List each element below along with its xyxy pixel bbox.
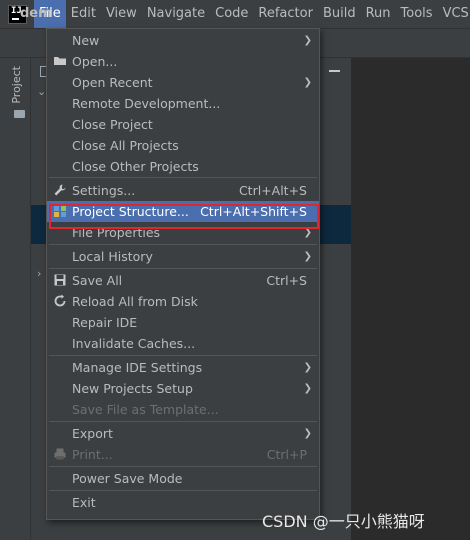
project-tool-tab[interactable]: Project (10, 66, 23, 104)
menu-item-settings[interactable]: Settings... Ctrl+Alt+S (47, 180, 319, 201)
menu-item-print: Print... Ctrl+P (47, 444, 319, 465)
menu-build[interactable]: Build (318, 0, 361, 28)
menu-item-power-save-mode[interactable]: Power Save Mode (47, 468, 319, 489)
menu-item-close-project[interactable]: Close Project (47, 114, 319, 135)
menu-separator (49, 268, 317, 269)
wrench-icon (54, 184, 66, 196)
tool-window-strip (0, 58, 31, 540)
menu-separator (49, 466, 317, 467)
reload-icon (54, 294, 66, 307)
menu-separator (49, 421, 317, 422)
chevron-right-icon: ❯ (303, 383, 312, 394)
print-icon (54, 448, 66, 460)
watermark: CSDN @一只小熊猫呀 (262, 512, 425, 531)
menu-item-open[interactable]: Open... (47, 51, 319, 72)
menu-item-project-structure[interactable]: Project Structure... Ctrl+Alt+Shift+S (47, 201, 319, 222)
menu-separator (49, 177, 317, 178)
project-breadcrumb[interactable]: dem (20, 6, 52, 21)
chevron-down-icon[interactable]: ⌄ (37, 85, 46, 98)
menu-view[interactable]: View (101, 0, 142, 28)
chevron-right-icon[interactable]: › (37, 267, 41, 280)
save-icon (54, 274, 66, 286)
folder-icon (54, 57, 66, 65)
menu-tools[interactable]: Tools (396, 0, 438, 28)
menu-item-new-projects-setup[interactable]: New Projects Setup ❯ (47, 378, 319, 399)
menu-vcs[interactable]: VCS (438, 0, 470, 28)
menu-run[interactable]: Run (361, 0, 396, 28)
menu-item-file-properties[interactable]: File Properties ❯ (47, 222, 319, 243)
menu-item-reload-all-from-disk[interactable]: Reload All from Disk (47, 291, 319, 312)
file-menu-dropdown: New ❯ Open... Open Recent ❯ Remote Devel… (46, 28, 320, 520)
folder-icon (14, 110, 25, 118)
editor-area[interactable] (351, 58, 470, 540)
menu-separator (49, 355, 317, 356)
chevron-right-icon: ❯ (303, 251, 312, 262)
menu-item-close-other-projects[interactable]: Close Other Projects (47, 156, 319, 177)
menu-separator (49, 490, 317, 491)
menu-item-open-recent[interactable]: Open Recent ❯ (47, 72, 319, 93)
project-structure-icon (54, 206, 66, 217)
menu-separator (49, 244, 317, 245)
chevron-right-icon: ❯ (303, 428, 312, 439)
menu-item-manage-ide-settings[interactable]: Manage IDE Settings ❯ (47, 357, 319, 378)
menu-item-new[interactable]: New ❯ (47, 30, 319, 51)
menu-item-local-history[interactable]: Local History ❯ (47, 246, 319, 267)
main-menu-bar: IJ File Edit View Navigate Code Refactor… (0, 0, 470, 29)
menu-code[interactable]: Code (210, 0, 253, 28)
chevron-right-icon: ❯ (303, 227, 312, 238)
menu-item-repair-ide[interactable]: Repair IDE (47, 312, 319, 333)
menu-edit[interactable]: Edit (66, 0, 101, 28)
menu-navigate[interactable]: Navigate (142, 0, 210, 28)
menu-item-export[interactable]: Export ❯ (47, 423, 319, 444)
minimize-icon[interactable] (329, 70, 340, 72)
chevron-right-icon: ❯ (303, 35, 312, 46)
menu-item-close-all-projects[interactable]: Close All Projects (47, 135, 319, 156)
menu-refactor[interactable]: Refactor (253, 0, 318, 28)
menu-item-remote-development[interactable]: Remote Development... (47, 93, 319, 114)
menu-item-save-all[interactable]: Save All Ctrl+S (47, 270, 319, 291)
menu-item-save-file-as-template: Save File as Template... (72, 402, 219, 417)
chevron-right-icon: ❯ (303, 362, 312, 373)
chevron-right-icon: ❯ (303, 77, 312, 88)
menu-item-invalidate-caches[interactable]: Invalidate Caches... (47, 333, 319, 354)
